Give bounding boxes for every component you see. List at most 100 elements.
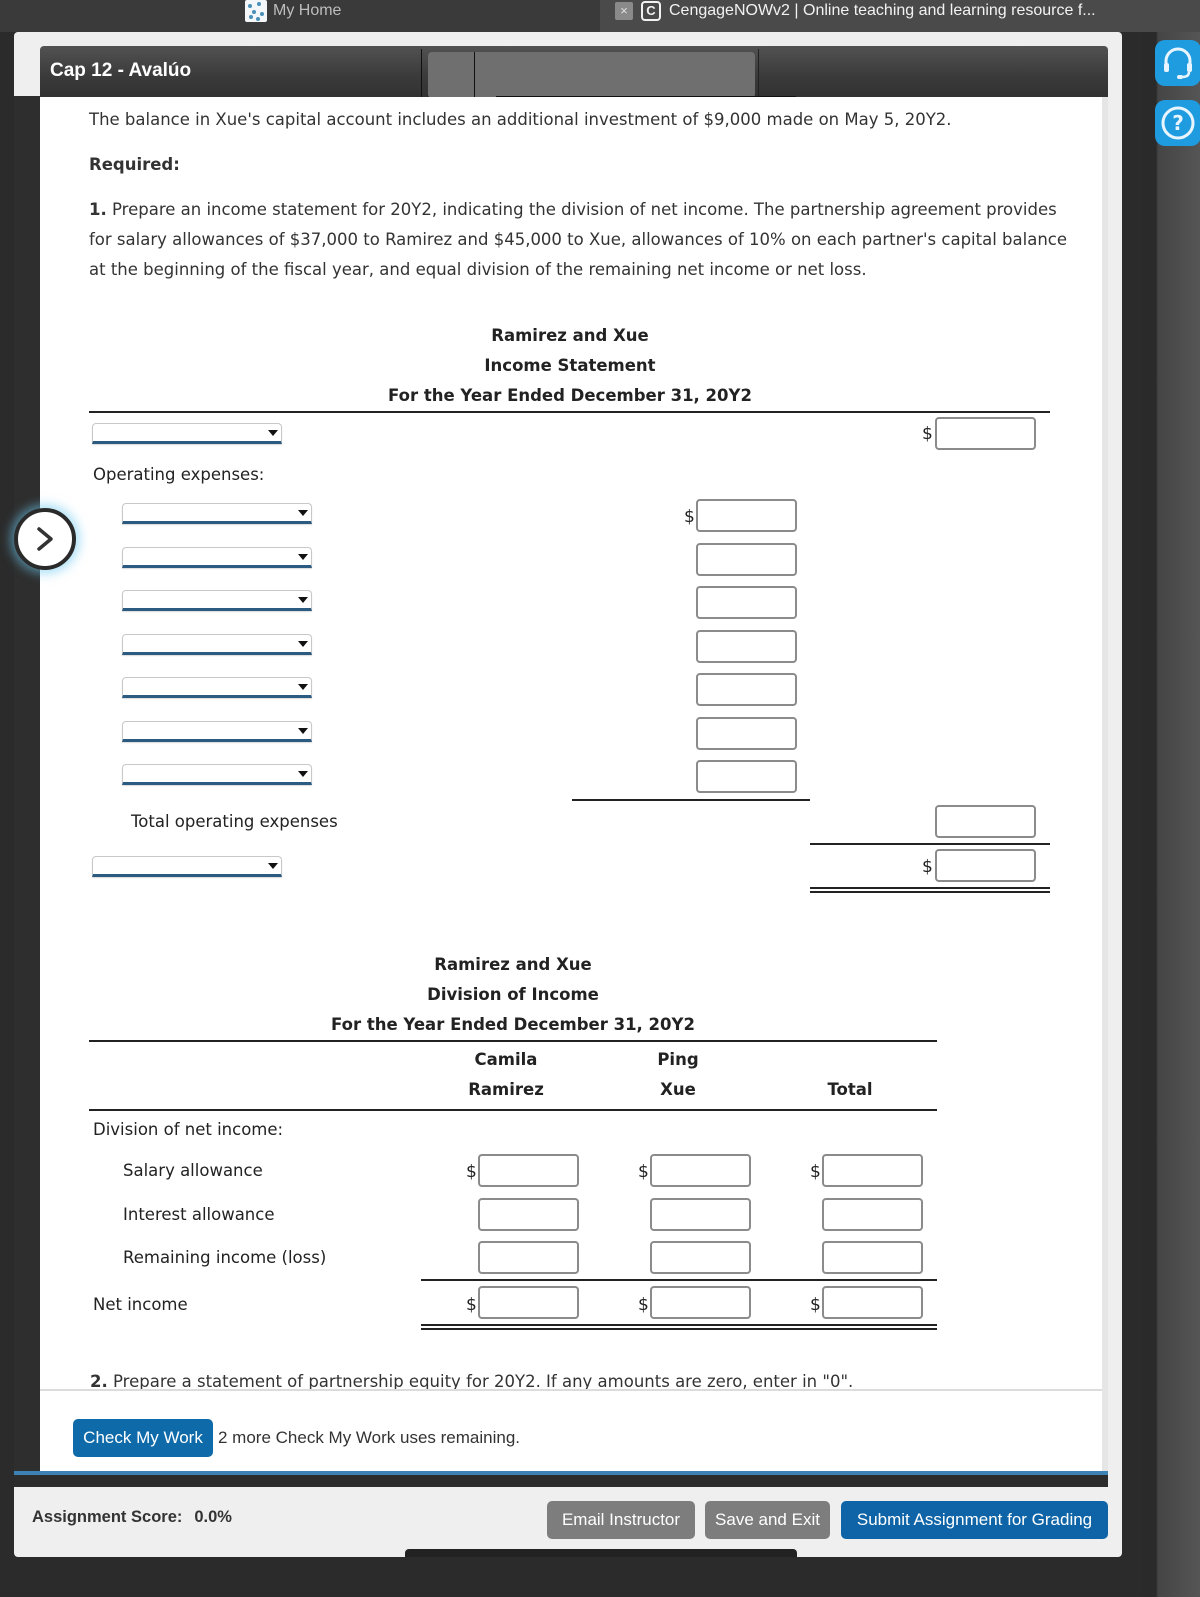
net-income-xue-input[interactable] bbox=[650, 1286, 751, 1319]
net-income-double-rule bbox=[810, 887, 1050, 893]
total-expenses-rule bbox=[810, 843, 1050, 845]
assignment-title-bar: Cap 12 - Avalúo bbox=[40, 46, 1108, 99]
right-rail bbox=[1142, 32, 1200, 1597]
currency-symbol: $ bbox=[922, 424, 933, 444]
step2-instructions: 2. Prepare a statement of partnership eq… bbox=[90, 1372, 853, 1389]
net-income-double-rule bbox=[421, 1324, 937, 1330]
expenses-subtotal-rule bbox=[572, 799, 810, 801]
help-button[interactable]: ? bbox=[1155, 100, 1200, 146]
expense-amount-input-6[interactable] bbox=[696, 717, 797, 750]
close-tab-icon[interactable]: × bbox=[615, 2, 633, 20]
currency-symbol: $ bbox=[638, 1162, 649, 1182]
step1-instructions: 1. Prepare an income statement for 20Y2,… bbox=[89, 195, 1069, 285]
col-ramirez-line1: Camila bbox=[474, 1050, 538, 1069]
score-value: 0.0% bbox=[194, 1508, 232, 1526]
assignment-title: Cap 12 - Avalúo bbox=[50, 60, 192, 81]
currency-symbol: $ bbox=[466, 1295, 477, 1315]
expense-amount-input-4[interactable] bbox=[696, 630, 797, 663]
doi-period: For the Year Ended December 31, 20Y2 bbox=[331, 1015, 695, 1034]
required-label: Required: bbox=[89, 155, 180, 174]
is-period: For the Year Ended December 31, 20Y2 bbox=[388, 386, 752, 405]
doi-header-rule bbox=[89, 1040, 937, 1042]
remaining-total-input[interactable] bbox=[822, 1241, 923, 1274]
net-income-total-input[interactable] bbox=[822, 1286, 923, 1319]
doi-company-name: Ramirez and Xue bbox=[434, 955, 592, 974]
bottom-handle bbox=[405, 1549, 797, 1557]
expense-amount-input-1[interactable] bbox=[696, 499, 797, 532]
col-xue-line1: Ping bbox=[657, 1050, 699, 1069]
score-label: Assignment Score: bbox=[32, 1508, 183, 1526]
currency-symbol: $ bbox=[922, 857, 933, 877]
expense-account-select-6[interactable] bbox=[122, 721, 312, 742]
net-income-ramirez-input[interactable] bbox=[478, 1286, 579, 1319]
expense-account-select-4[interactable] bbox=[122, 634, 312, 655]
salary-total-input[interactable] bbox=[822, 1154, 923, 1187]
question-content: The balance in Xue's capital account inc… bbox=[40, 97, 1102, 1389]
title-tab-placeholder[interactable] bbox=[428, 52, 755, 98]
expense-amount-input-3[interactable] bbox=[696, 586, 797, 619]
interest-xue-input[interactable] bbox=[650, 1198, 751, 1231]
expense-account-select-2[interactable] bbox=[122, 547, 312, 568]
is-header-rule bbox=[89, 411, 1050, 413]
question-circle-icon: ? bbox=[1161, 106, 1195, 140]
support-button[interactable] bbox=[1155, 40, 1200, 86]
currency-symbol: $ bbox=[684, 507, 695, 527]
content-scroll-edge bbox=[1102, 97, 1108, 1472]
is-company-name: Ramirez and Xue bbox=[491, 326, 649, 345]
tab-my-home-label[interactable]: My Home bbox=[245, 0, 341, 22]
net-result-select[interactable] bbox=[92, 856, 282, 877]
step1-text: Prepare an income statement for 20Y2, in… bbox=[89, 200, 1068, 279]
title-divider bbox=[474, 52, 475, 98]
net-income-input[interactable] bbox=[935, 849, 1036, 882]
tab-title: CengageNOWv2 | Online teaching and learn… bbox=[669, 2, 1096, 19]
salary-xue-input[interactable] bbox=[650, 1154, 751, 1187]
expense-account-select-1[interactable] bbox=[122, 503, 312, 524]
check-my-work-button[interactable]: Check My Work bbox=[73, 1419, 213, 1457]
svg-text:?: ? bbox=[1172, 111, 1184, 135]
assignment-score: Assignment Score: 0.0% bbox=[32, 1508, 232, 1527]
check-work-remaining: 2 more Check My Work uses remaining. bbox=[218, 1428, 521, 1447]
expense-account-select-3[interactable] bbox=[122, 590, 312, 611]
tab-cengage-label[interactable]: × C CengageNOWv2 | Online teaching and l… bbox=[615, 0, 1096, 22]
currency-symbol: $ bbox=[466, 1162, 477, 1182]
step2-text: Prepare a statement of partnership equit… bbox=[113, 1372, 854, 1389]
currency-symbol: $ bbox=[810, 1162, 821, 1182]
step2-number: 2. bbox=[90, 1372, 108, 1389]
expense-amount-input-2[interactable] bbox=[696, 543, 797, 576]
chevron-right-icon bbox=[37, 527, 53, 551]
total-operating-expenses-input[interactable] bbox=[935, 805, 1036, 838]
doi-column-rule bbox=[89, 1109, 937, 1111]
col-xue-line2: Xue bbox=[660, 1080, 696, 1099]
cengage-favicon-icon: C bbox=[641, 1, 661, 21]
check-work-bar: Check My Work 2 more Check My Work uses … bbox=[40, 1389, 1102, 1472]
title-divider bbox=[421, 49, 422, 99]
expense-account-select-5[interactable] bbox=[122, 677, 312, 698]
remaining-xue-input[interactable] bbox=[650, 1241, 751, 1274]
total-operating-expenses-label: Total operating expenses bbox=[131, 812, 338, 831]
net-income-label: Net income bbox=[93, 1295, 188, 1314]
panel-dark-band bbox=[14, 1475, 1108, 1487]
interest-ramirez-input[interactable] bbox=[478, 1198, 579, 1231]
revenue-account-select[interactable] bbox=[92, 423, 282, 444]
division-subtotal-rule bbox=[421, 1279, 937, 1281]
email-instructor-button[interactable]: Email Instructor bbox=[547, 1501, 695, 1539]
revenue-amount-input[interactable] bbox=[935, 417, 1036, 450]
row-label: Remaining income (loss) bbox=[123, 1248, 327, 1267]
salary-ramirez-input[interactable] bbox=[478, 1154, 579, 1187]
interest-total-input[interactable] bbox=[822, 1198, 923, 1231]
panel-left-edge bbox=[14, 96, 41, 1472]
expense-amount-input-7[interactable] bbox=[696, 760, 797, 793]
expense-account-select-7[interactable] bbox=[122, 764, 312, 785]
browser-tab-strip: My Home × C CengageNOWv2 | Online teachi… bbox=[0, 0, 1200, 32]
submit-assignment-button[interactable]: Submit Assignment for Grading bbox=[841, 1501, 1108, 1539]
operating-expenses-label: Operating expenses: bbox=[93, 465, 265, 484]
expense-amount-input-5[interactable] bbox=[696, 673, 797, 706]
next-question-button[interactable] bbox=[14, 508, 76, 570]
tab-title: My Home bbox=[273, 2, 342, 19]
remaining-ramirez-input[interactable] bbox=[478, 1241, 579, 1274]
save-and-exit-button[interactable]: Save and Exit bbox=[705, 1501, 830, 1539]
title-divider bbox=[758, 49, 759, 97]
question-intro: The balance in Xue's capital account inc… bbox=[89, 110, 952, 129]
row-label: Interest allowance bbox=[123, 1205, 275, 1224]
my-home-favicon-icon bbox=[245, 0, 267, 22]
